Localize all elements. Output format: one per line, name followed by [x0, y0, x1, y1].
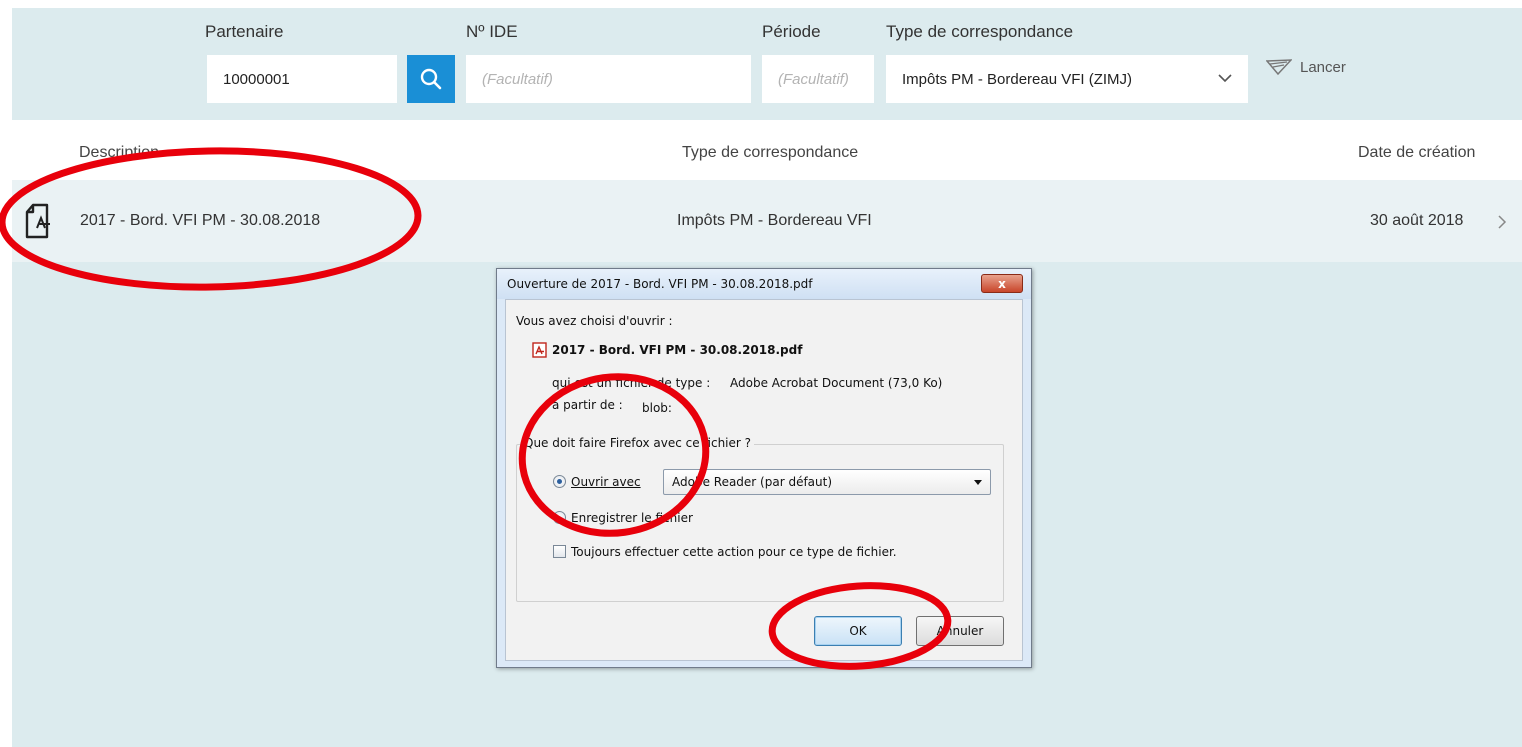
dialog-filename: 2017 - Bord. VFI PM - 30.08.2018.pdf: [552, 343, 803, 357]
always-do-label[interactable]: Toujours effectuer cette action pour ce …: [571, 545, 897, 559]
pdf-file-icon: [25, 203, 50, 239]
action-group: Que doit faire Firefox avec ce fichier ?…: [516, 436, 1004, 602]
dialog-body: Vous avez choisi d'ouvrir : 2017 - Bord.…: [505, 299, 1023, 661]
open-with-app-value: Adobe Reader (par défaut): [672, 475, 833, 489]
search-button[interactable]: [407, 55, 455, 103]
results-header: Description Type de correspondance Date …: [12, 120, 1522, 180]
open-with-radio[interactable]: [553, 475, 566, 488]
header-date: Date de création: [1358, 144, 1476, 161]
paper-plane-icon: [1266, 59, 1292, 76]
launch-button[interactable]: Lancer: [1266, 58, 1346, 76]
action-group-label: Que doit faire Firefox avec ce fichier ?: [521, 436, 755, 450]
file-type-label: qui est un fichier de type :: [552, 376, 711, 390]
open-with-app-select[interactable]: Adobe Reader (par défaut): [663, 469, 991, 495]
periode-input[interactable]: (Facultatif): [762, 55, 874, 103]
dialog-intro: Vous avez choisi d'ouvrir :: [516, 314, 673, 328]
type-label: Type de correspondance: [886, 22, 1074, 41]
chevron-right-icon: [1498, 215, 1507, 229]
ide-label: Nº IDE: [466, 22, 518, 41]
dialog-close-button[interactable]: x: [981, 274, 1023, 293]
type-select-value: Impôts PM - Bordereau VFI (ZIMJ): [902, 70, 1133, 88]
open-file-dialog: Ouverture de 2017 - Bord. VFI PM - 30.08…: [496, 268, 1032, 668]
ok-button[interactable]: OK: [814, 616, 902, 646]
save-file-label[interactable]: Enregistrer le fichier: [571, 511, 693, 525]
open-with-label[interactable]: Ouvrir avec: [571, 475, 641, 489]
partenaire-label: Partenaire: [205, 22, 284, 41]
dropdown-arrow-icon: [974, 480, 982, 485]
chevron-down-icon: [1218, 74, 1232, 83]
pdf-icon: [532, 342, 547, 358]
ide-input[interactable]: (Facultatif): [466, 55, 751, 103]
file-source-label: à partir de :: [552, 398, 623, 412]
row-date: 30 août 2018: [1370, 212, 1464, 229]
file-type-value: Adobe Acrobat Document (73,0 Ko): [730, 376, 943, 390]
search-icon: [420, 68, 442, 90]
type-select[interactable]: Impôts PM - Bordereau VFI (ZIMJ): [886, 55, 1248, 103]
launch-label: Lancer: [1300, 58, 1346, 76]
partenaire-input[interactable]: 10000001: [207, 55, 397, 103]
periode-label: Période: [762, 22, 821, 41]
cancel-button[interactable]: Annuler: [916, 616, 1004, 646]
always-do-checkbox[interactable]: [553, 545, 566, 558]
row-description: 2017 - Bord. VFI PM - 30.08.2018: [80, 212, 321, 229]
file-source-value: blob:: [642, 401, 672, 415]
row-type: Impôts PM - Bordereau VFI: [677, 212, 872, 229]
page: Partenaire Nº IDE Période Type de corres…: [0, 0, 1522, 747]
filter-bar: Partenaire Nº IDE Période Type de corres…: [12, 8, 1522, 120]
header-description: Description: [79, 144, 160, 161]
dialog-title: Ouverture de 2017 - Bord. VFI PM - 30.08…: [497, 269, 1031, 299]
header-type: Type de correspondance: [682, 144, 859, 161]
close-icon: x: [998, 276, 1006, 291]
table-row[interactable]: 2017 - Bord. VFI PM - 30.08.2018 Impôts …: [12, 180, 1522, 262]
save-file-radio[interactable]: [553, 511, 566, 524]
